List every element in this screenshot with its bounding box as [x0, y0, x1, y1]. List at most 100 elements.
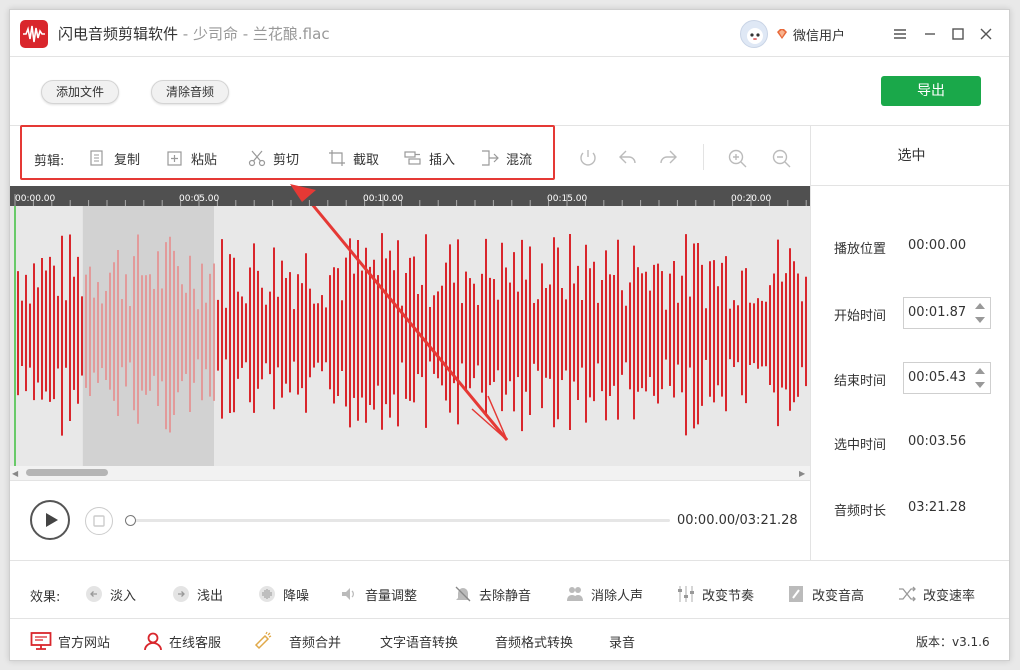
end-time-field[interactable]: 00:05.43 — [903, 362, 991, 394]
audio-merge-link[interactable]: 音频合并 — [253, 630, 341, 652]
remove-silence-button[interactable]: 去除静音 — [453, 582, 531, 606]
selection-panel: 选中 — [810, 126, 1009, 561]
stop-icon — [93, 515, 105, 527]
start-time-field[interactable]: 00:01.87 — [903, 297, 991, 329]
play-button[interactable] — [30, 500, 70, 540]
scrollbar-thumb[interactable] — [26, 469, 108, 476]
spinner-arrows-icon[interactable] — [972, 300, 988, 326]
record-link[interactable]: 录音 — [609, 630, 635, 652]
duration-value: 03:21.28 — [908, 500, 967, 515]
close-icon[interactable] — [974, 22, 998, 46]
insert-icon — [404, 151, 421, 165]
scroll-right-icon[interactable]: ▶ — [799, 469, 805, 478]
fade-out-icon — [173, 586, 189, 602]
maximize-icon[interactable] — [946, 22, 970, 46]
copy-label: 复制 — [114, 152, 141, 168]
menu-icon[interactable] — [888, 22, 912, 46]
mix-label: 混流 — [506, 152, 533, 168]
volume-label: 音量调整 — [365, 588, 418, 604]
export-button[interactable]: 导出 — [881, 76, 981, 106]
progress-track[interactable] — [125, 515, 670, 526]
official-site-link[interactable]: 官方网站 — [30, 630, 110, 652]
reset-icon[interactable] — [576, 146, 600, 170]
divider — [10, 618, 1009, 619]
divider — [10, 480, 810, 481]
spinner-arrows-icon[interactable] — [972, 365, 988, 391]
undo-icon[interactable] — [616, 146, 640, 170]
play-position-value: 00:00.00 — [908, 238, 967, 253]
cut-button[interactable]: 剪切 — [247, 146, 299, 170]
cut-icon — [248, 150, 266, 167]
avatar[interactable] — [740, 20, 768, 48]
minimize-icon[interactable] — [918, 22, 942, 46]
timeline-tick-label: 00:15.00 — [547, 194, 588, 204]
format-convert-link[interactable]: 音频格式转换 — [495, 630, 573, 652]
remove-vocals-button[interactable]: 消除人声 — [565, 582, 643, 606]
paste-button[interactable]: 粘贴 — [165, 146, 217, 170]
crop-label: 截取 — [353, 152, 380, 168]
annotation-arrow — [300, 191, 509, 441]
start-time-label: 开始时间 — [834, 309, 887, 324]
mix-button[interactable]: 混流 — [480, 146, 532, 170]
change-tempo-label: 改变节奏 — [702, 588, 755, 604]
change-pitch-label: 改变音高 — [812, 588, 865, 604]
tts-label: 文字语音转换 — [380, 635, 459, 651]
user-name[interactable]: 微信用户 — [793, 25, 845, 44]
annotation-arrowhead — [290, 184, 316, 202]
online-service-label: 在线客服 — [169, 635, 222, 651]
customer-service-icon — [144, 632, 162, 651]
redo-icon[interactable] — [656, 146, 680, 170]
official-site-label: 官方网站 — [58, 635, 111, 651]
fade-out-label: 浅出 — [197, 588, 224, 604]
copy-icon — [90, 150, 103, 166]
title-bar: 闪电音频剪辑软件 - 少司命 - 兰花酿.flac 微信用户 — [10, 10, 1009, 58]
volume-button[interactable]: 音量调整 — [339, 582, 417, 606]
divider — [10, 56, 1009, 57]
crop-button[interactable]: 截取 — [327, 146, 379, 170]
insert-button[interactable]: 插入 — [403, 146, 455, 170]
add-file-button[interactable]: 添加文件 — [41, 80, 119, 104]
scroll-left-icon[interactable]: ◀ — [12, 469, 18, 478]
progress-knob[interactable] — [125, 515, 136, 526]
mute-off-icon — [455, 586, 471, 602]
fade-in-icon — [86, 586, 102, 602]
zoom-in-icon[interactable] — [725, 146, 749, 170]
mix-icon — [482, 150, 499, 166]
remove-vocals-label: 消除人声 — [591, 588, 644, 604]
change-pitch-button[interactable]: 改变音高 — [786, 582, 864, 606]
change-speed-button[interactable]: 改变速率 — [897, 582, 975, 606]
window-title: 闪电音频剪辑软件 - 少司命 - 兰花酿.flac — [58, 23, 330, 44]
clear-audio-button[interactable]: 清除音频 — [151, 80, 229, 104]
divider — [703, 144, 704, 170]
denoise-button[interactable]: 降噪 — [257, 582, 309, 606]
vocal-remove-icon — [567, 587, 583, 601]
zoom-out-icon[interactable] — [769, 146, 793, 170]
online-service-link[interactable]: 在线客服 — [143, 630, 221, 652]
waveform-area[interactable] — [10, 191, 810, 466]
effects-label: 效果: — [30, 590, 61, 605]
tts-link[interactable]: 文字语音转换 — [380, 630, 458, 652]
selected-time-value: 00:03.56 — [908, 434, 967, 449]
denoise-icon — [259, 586, 275, 602]
monitor-icon — [30, 632, 52, 650]
change-speed-label: 改变速率 — [923, 588, 976, 604]
file-info: - 少司命 - 兰花酿.flac — [178, 25, 330, 43]
stop-button[interactable] — [85, 507, 113, 535]
timeline-ruler[interactable] — [10, 186, 810, 206]
selected-time-label: 选中时间 — [834, 438, 887, 453]
fade-in-button[interactable]: 淡入 — [84, 582, 136, 606]
app-name: 闪电音频剪辑软件 — [58, 25, 179, 43]
horizontal-scrollbar[interactable]: ◀ ▶ — [10, 466, 810, 480]
audio-merge-label: 音频合并 — [289, 635, 342, 651]
vip-gem-icon — [775, 26, 789, 40]
panel-title: 选中 — [811, 126, 1009, 186]
tempo-icon — [678, 586, 694, 602]
time-display: 00:00.00/03:21.28 — [677, 513, 798, 528]
change-tempo-button[interactable]: 改变节奏 — [676, 582, 754, 606]
volume-icon — [342, 588, 354, 600]
remove-silence-label: 去除静音 — [479, 588, 532, 604]
fade-out-button[interactable]: 浅出 — [171, 582, 223, 606]
crop-icon — [329, 150, 345, 166]
copy-button[interactable]: 复制 — [88, 146, 140, 170]
play-position-label: 播放位置 — [834, 242, 887, 257]
